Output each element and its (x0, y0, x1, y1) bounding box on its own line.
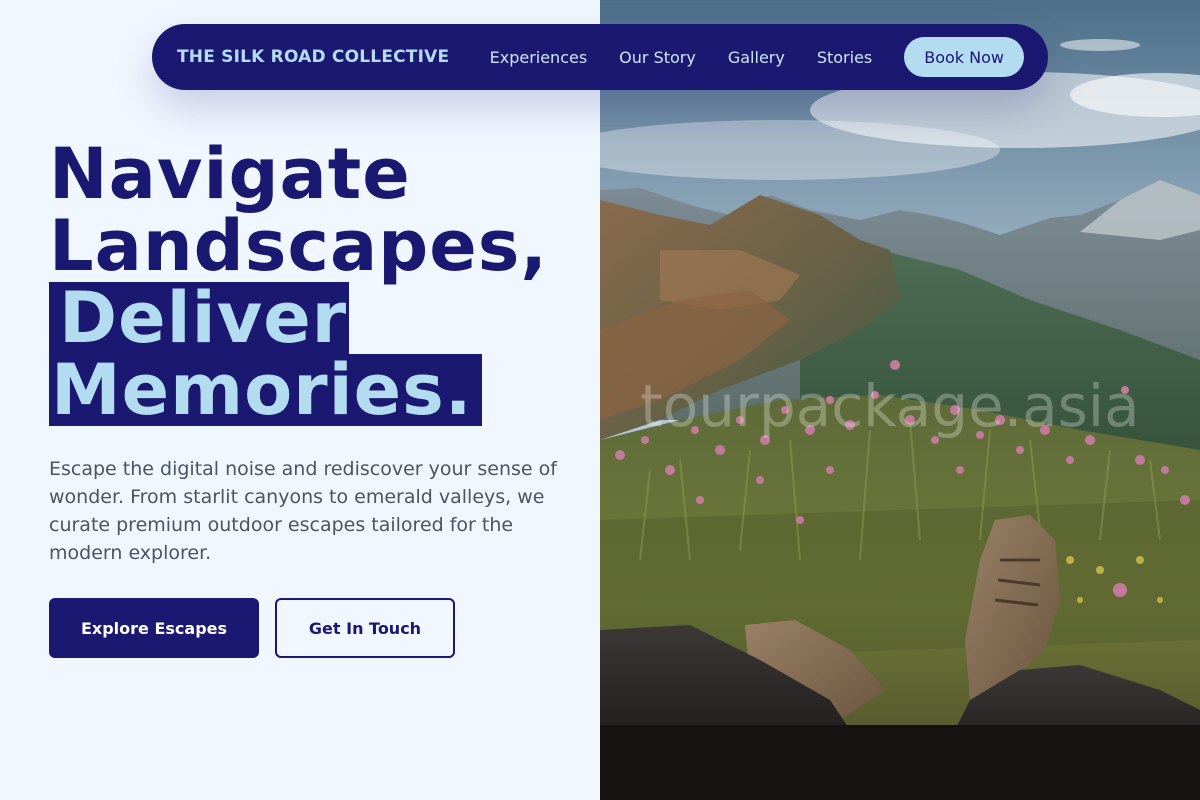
get-in-touch-button[interactable]: Get In Touch (275, 598, 455, 658)
nav-link-gallery[interactable]: Gallery (728, 48, 785, 67)
nav-links: Experiences Our Story Gallery Stories Bo… (490, 37, 1024, 77)
top-navigation: THE SILK ROAD COLLECTIVE Experiences Our… (152, 24, 1048, 90)
headline-highlight-2: Memories. (49, 354, 483, 426)
nav-link-stories[interactable]: Stories (817, 48, 872, 67)
book-now-button[interactable]: Book Now (904, 37, 1024, 77)
headline-line-1: Navigate (49, 133, 411, 215)
hero-description: Escape the digital noise and rediscover … (49, 458, 557, 564)
headline-line-2: Landscapes, (49, 205, 549, 287)
explore-escapes-button[interactable]: Explore Escapes (49, 598, 259, 658)
hero-headline: Navigate Landscapes, Deliver Memories. (49, 138, 548, 426)
watermark-text: tourpackage.asia (640, 372, 1140, 440)
headline-highlight-1: Deliver (49, 282, 350, 354)
brand-logo[interactable]: THE SILK ROAD COLLECTIVE (177, 47, 449, 67)
nav-link-experiences[interactable]: Experiences (490, 48, 588, 67)
nav-link-our-story[interactable]: Our Story (619, 48, 696, 67)
